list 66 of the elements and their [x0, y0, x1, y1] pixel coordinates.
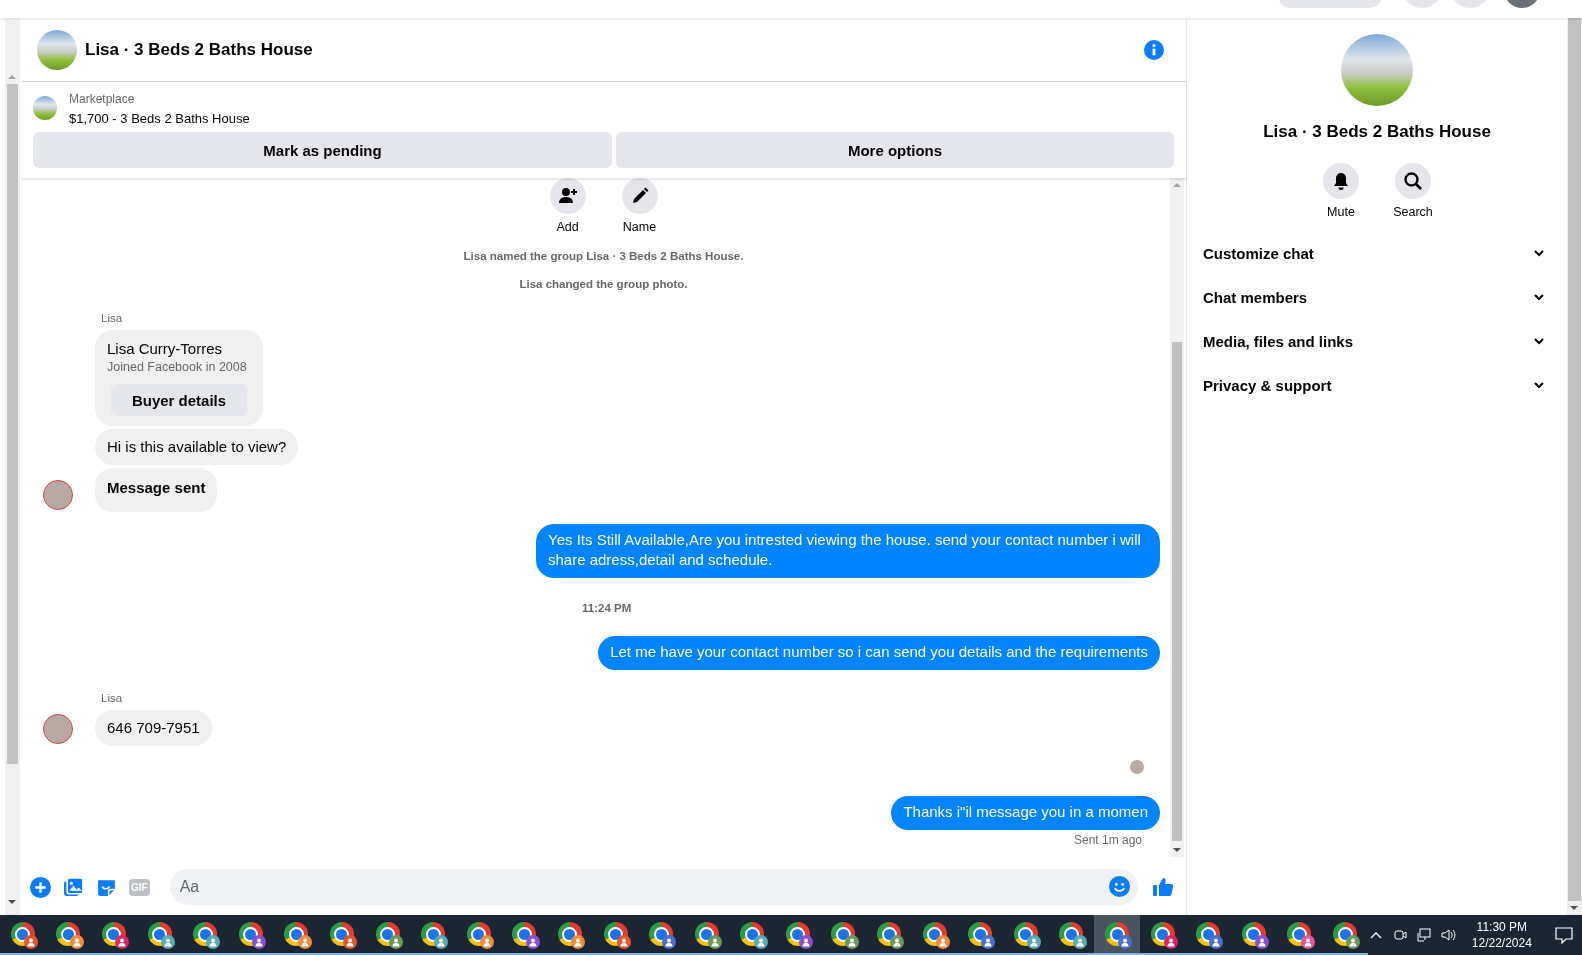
photo-placeholder	[33, 96, 57, 120]
conversation-title: Lisa · 3 Beds 2 Baths House	[85, 39, 314, 60]
add-person-button[interactable]	[549, 178, 586, 214]
sender-name: Lisa	[101, 312, 124, 324]
timestamp: 11:24 PM	[582, 602, 633, 614]
photo-placeholder	[37, 29, 77, 70]
details-section[interactable]: Privacy & support	[1203, 363, 1551, 407]
incoming-message: Message sent	[95, 468, 218, 512]
search-button[interactable]	[1395, 163, 1431, 199]
details-section[interactable]: Chat members	[1203, 275, 1551, 319]
taskbar-app-button[interactable]	[1094, 915, 1140, 955]
chevron-icon	[1533, 379, 1545, 391]
listing-source: Marketplace	[69, 92, 136, 106]
search-icon	[1403, 171, 1423, 191]
clock-time: 11:30 PM	[1476, 919, 1528, 935]
listing-action-button[interactable]: Mark as pending	[33, 132, 612, 168]
info-icon[interactable]	[1144, 39, 1164, 60]
details-section[interactable]: Customize chat	[1203, 231, 1551, 275]
thumbs-up-icon[interactable]	[1152, 876, 1174, 898]
listing-title: $1,700 - 3 Beds 2 Baths House	[69, 111, 250, 126]
outgoing-message: Yes Its Still Available,Are you intrested viewing the house. send your contact number i will share adress,detail and schedule.	[536, 524, 1160, 578]
action-label: Add	[556, 220, 579, 234]
section-title: Media, files and links	[1203, 332, 1354, 350]
mute-button[interactable]	[1323, 163, 1359, 199]
add-person-icon	[557, 186, 578, 206]
section-title: Privacy & support	[1203, 376, 1332, 394]
listing-action-button[interactable]: More options	[616, 132, 1174, 168]
buyer-details-button[interactable]: Buyer details	[111, 384, 247, 416]
system-message: Lisa changed the group photo.	[518, 278, 689, 290]
delivery-status: Sent 1m ago	[1072, 833, 1143, 847]
chevron-icon	[1533, 247, 1545, 259]
scrollbar[interactable]	[5, 18, 20, 915]
speaker-icon[interactable]	[1439, 927, 1456, 943]
buyer-joined: Joined Facebook in 2008	[107, 360, 247, 374]
image-icon[interactable]	[63, 876, 84, 898]
plus-icon[interactable]	[30, 876, 51, 898]
section-title: Customize chat	[1203, 244, 1314, 262]
outgoing-message: Let me have your contact number so i can send you details and the requirements	[598, 636, 1160, 670]
section-title: Chat members	[1203, 288, 1308, 306]
clock[interactable]: 11:30 PM 12/22/2024	[1471, 919, 1532, 951]
incoming-message: 646 709-7951	[95, 710, 212, 746]
edit-name-button[interactable]	[621, 178, 658, 214]
chevron-icon	[1533, 291, 1545, 303]
outgoing-message: Thanks i"il message you in a momen	[891, 796, 1160, 830]
action-label: Name	[622, 220, 657, 234]
network-icon[interactable]	[1415, 927, 1432, 943]
camera-icon[interactable]	[1391, 927, 1408, 943]
bell-icon	[1331, 171, 1351, 191]
clock-date: 12/22/2024	[1471, 935, 1532, 951]
sender-name: Lisa	[101, 692, 124, 704]
details-section[interactable]: Media, files and links	[1203, 319, 1551, 363]
scrollbar[interactable]	[1567, 18, 1582, 915]
seen-avatar	[1130, 760, 1144, 774]
emoji-icon[interactable]	[1109, 876, 1130, 897]
buyer-name: Lisa Curry-Torres	[107, 340, 223, 357]
action-label: Search	[1393, 205, 1433, 219]
user-avatar	[43, 480, 73, 510]
system-message: Lisa named the group Lisa · 3 Beds 2 Baths House.	[462, 250, 745, 262]
scrollbar[interactable]	[1170, 178, 1184, 857]
action-label: Mute	[1327, 205, 1355, 219]
group-name: Lisa · 3 Beds 2 Baths House	[1263, 122, 1491, 142]
message-input[interactable]: Aa	[169, 869, 1138, 905]
incoming-message: Hi is this available to view?	[95, 429, 299, 465]
user-avatar	[43, 714, 73, 744]
chevron-icon	[1533, 335, 1545, 347]
notification-icon[interactable]	[1553, 925, 1574, 945]
